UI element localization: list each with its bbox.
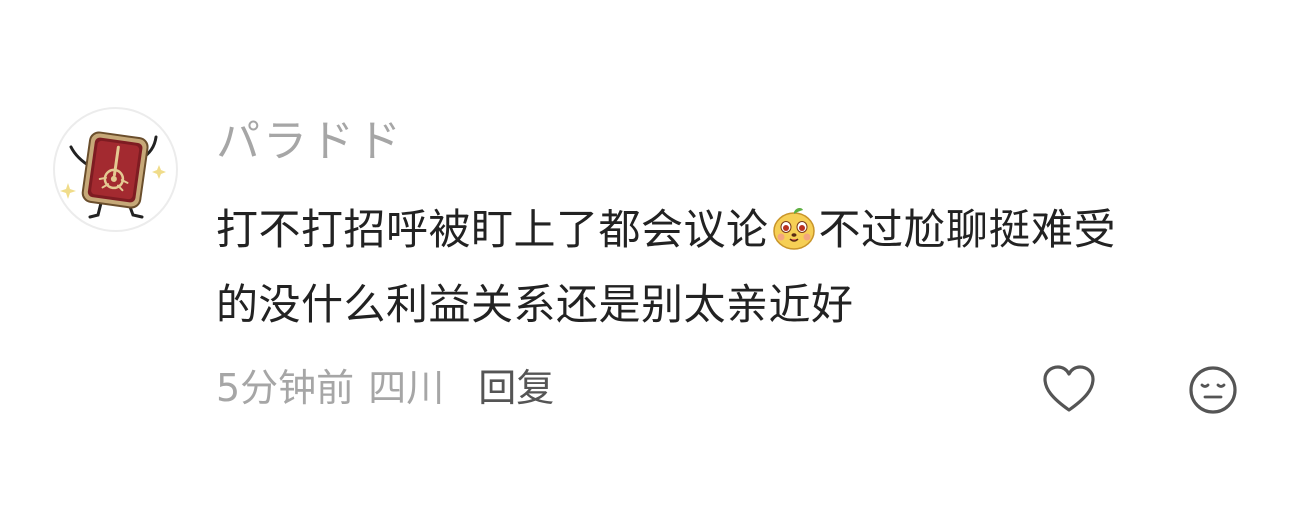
yellow-dog-face-sticker-icon — [772, 207, 815, 250]
comment-meta: 5分钟前 四川 回复 — [216, 360, 554, 416]
comment-text-line: 打不打招呼被盯上了都会议论 不过尬聊挺难受 — [216, 192, 1276, 267]
comment-text-line: 的没什么利益关系还是别太亲近好 — [216, 280, 854, 329]
timestamp: 5分钟前 — [216, 366, 355, 410]
username[interactable]: パラドド — [216, 112, 404, 172]
reply-button[interactable]: 回复 — [478, 366, 554, 410]
heart-outline-icon — [1043, 365, 1095, 412]
user-avatar[interactable] — [53, 107, 178, 232]
comment-text-segment: 打不打招呼被盯上了都会议论 — [216, 205, 769, 254]
reaction-button[interactable] — [1187, 364, 1239, 416]
location: 四川 — [368, 366, 445, 410]
card-character-avatar-icon — [60, 131, 166, 219]
like-button[interactable] — [1042, 364, 1096, 414]
comment-item: パラドド 打不打招呼被盯上了都会议论 不过尬聊挺难受 的没什么利益关系还是别太亲… — [0, 0, 1312, 518]
comment-text: 打不打招呼被盯上了都会议论 不过尬聊挺难受 的没什么利益关系还是别太亲近好 — [216, 192, 1276, 342]
expressionless-face-icon — [1189, 366, 1237, 414]
comment-text-segment: 不过尬聊挺难受 — [818, 205, 1117, 254]
